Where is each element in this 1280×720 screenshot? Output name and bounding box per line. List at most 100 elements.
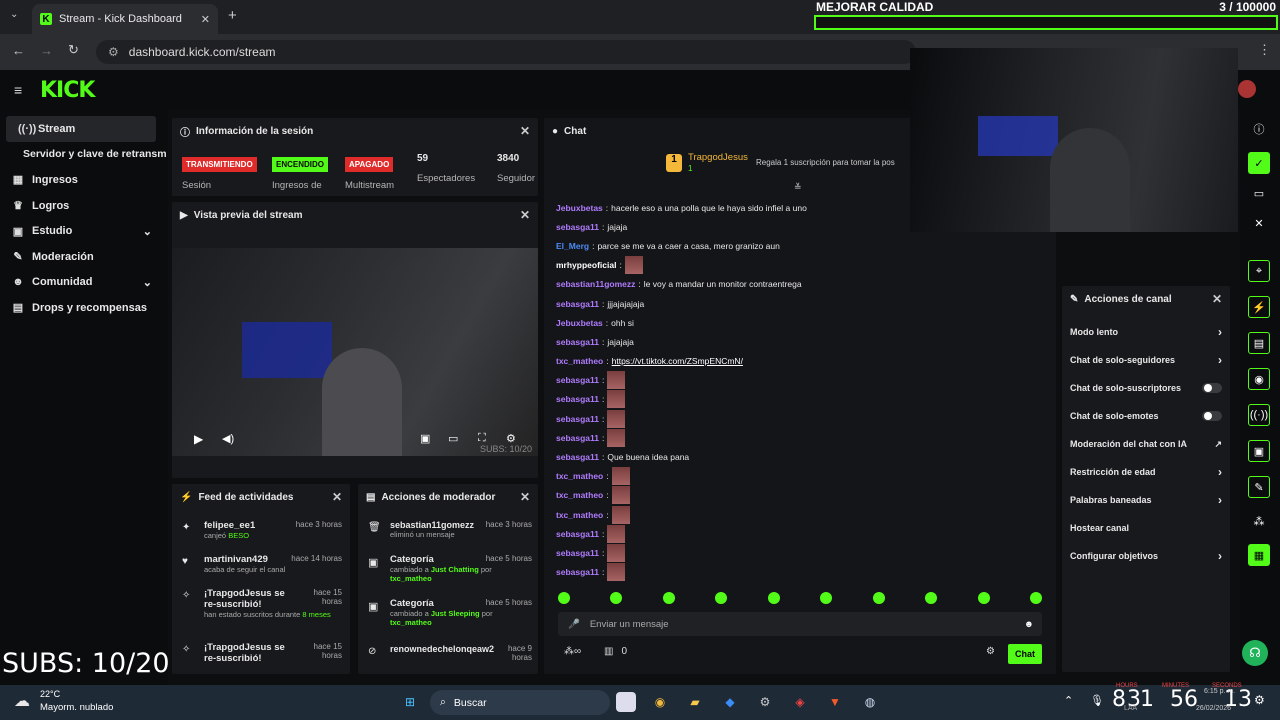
chat-username[interactable]: sebasga11 <box>556 529 599 539</box>
pin-icon[interactable]: ≚ <box>794 182 802 193</box>
channel-action-item[interactable]: Modo lento › <box>1062 318 1230 346</box>
emote-icon[interactable] <box>925 592 938 604</box>
sidebar-item-logros[interactable]: ♛ Logros <box>0 193 168 219</box>
new-tab-icon[interactable]: + <box>228 7 237 24</box>
chat-username[interactable]: sebasga11 <box>556 299 599 309</box>
channel-action-item[interactable]: Palabras baneadas › <box>1062 486 1230 514</box>
chat-username[interactable]: txc_matheo <box>556 490 603 500</box>
kick-logo[interactable]: KICK <box>40 78 95 103</box>
chat-message-text[interactable]: https://vt.tiktok.com/ZSmpENCmN/ <box>612 356 743 366</box>
volume-icon[interactable]: ◀) <box>222 432 234 445</box>
chat-settings-icon[interactable]: ⚙ <box>986 646 995 657</box>
layout-icon[interactable]: ▭ <box>1248 182 1270 204</box>
pinned-gift[interactable]: 1 TrapgodJesus 1 Regala 1 suscripción pa… <box>666 152 906 178</box>
chat-username[interactable]: Jebuxbetas <box>556 318 603 328</box>
chat-username[interactable]: sebasga11 <box>556 548 599 558</box>
forward-icon[interactable]: → <box>40 43 53 58</box>
close-icon[interactable]: ✕ <box>332 490 342 504</box>
chat-username[interactable]: sebasga11 <box>556 394 599 404</box>
sidebar-item-estudio[interactable]: ▣ Estudio ⌄ <box>0 218 168 244</box>
toggle-switch[interactable] <box>1202 411 1222 421</box>
broadcast-icon[interactable]: ((·)) <box>1248 404 1270 426</box>
wrench-icon[interactable]: ✎ <box>1248 476 1270 498</box>
close-icon[interactable]: ✕ <box>520 490 530 504</box>
tab-list-chevron-icon[interactable]: ⌄ <box>10 9 18 20</box>
chat-username[interactable]: sebasga11 <box>556 222 599 232</box>
avatar[interactable] <box>1238 80 1256 98</box>
chrome-icon[interactable]: ◉ <box>650 692 670 712</box>
chat-username[interactable]: txc_matheo <box>556 510 603 520</box>
check-icon[interactable]: ✓ <box>1248 152 1270 174</box>
system-time[interactable]: 6:15 p. m. <box>1204 688 1235 695</box>
target-icon[interactable]: ⌖ <box>1248 260 1270 282</box>
close-icon[interactable]: ✕ <box>520 124 530 138</box>
close-icon[interactable]: ✕ <box>520 208 530 222</box>
channel-action-item[interactable]: Chat de solo-seguidores › <box>1062 346 1230 374</box>
clipboard-icon[interactable]: ▤ <box>1248 332 1270 354</box>
chat-username[interactable]: txc_matheo <box>556 356 603 366</box>
channel-action-item[interactable]: Moderación del chat con IA ↗ <box>1062 430 1230 458</box>
system-date[interactable]: 26/02/2026 <box>1196 705 1231 712</box>
address-bar[interactable]: ⚙ dashboard.kick.com/stream <box>96 40 916 64</box>
language-indicator[interactable]: LAA <box>1124 705 1137 712</box>
emoji-icon[interactable]: ☻ <box>1024 619 1034 630</box>
emote-icon[interactable] <box>610 592 623 604</box>
chat-username[interactable]: sebasga11 <box>556 433 599 443</box>
close-tab-icon[interactable]: ✕ <box>201 13 210 26</box>
close-icon[interactable]: ✕ <box>1248 212 1270 234</box>
task-view-icon[interactable] <box>616 692 636 712</box>
app-icon[interactable]: ◈ <box>790 692 810 712</box>
points-icon[interactable]: ⁂∞ <box>564 646 581 657</box>
chat-username[interactable]: sebastian11gomezz <box>556 279 635 289</box>
channel-action-item[interactable]: Restricción de edad › <box>1062 458 1230 486</box>
sidebar-item-moderacion[interactable]: ✎ Moderación <box>0 244 168 270</box>
message-icon[interactable]: ◉ <box>1248 368 1270 390</box>
taskbar-search[interactable]: ⌕ Buscar <box>430 690 610 715</box>
bolt-icon[interactable]: ⚡ <box>1248 296 1270 318</box>
close-icon[interactable]: ✕ <box>1212 292 1222 306</box>
chat-username[interactable]: sebasga11 <box>556 414 599 424</box>
toggle-switch[interactable] <box>1202 383 1222 393</box>
reload-icon[interactable]: ↻ <box>68 42 79 58</box>
settings-icon[interactable]: ⚙ <box>755 692 775 712</box>
weather-icon[interactable]: ☁ <box>14 691 30 711</box>
site-info-icon[interactable]: ⚙ <box>108 45 119 59</box>
channel-action-item[interactable]: Chat de solo-suscriptores <box>1062 374 1230 402</box>
mic-icon[interactable]: 🎙 <box>1090 694 1104 707</box>
notification-icon[interactable]: ⚙ <box>1254 693 1265 707</box>
browser-menu-icon[interactable]: ⋮ <box>1258 42 1271 58</box>
chat-username[interactable]: sebasga11 <box>556 337 599 347</box>
emote-icon[interactable] <box>977 592 990 604</box>
chat-input[interactable]: 🎤 Enviar un mensaje ☻ <box>558 612 1042 636</box>
emote-icon[interactable] <box>767 592 780 604</box>
chat-send-button[interactable]: Chat <box>1008 644 1042 664</box>
hamburger-menu-icon[interactable]: ≡ <box>14 82 22 98</box>
channel-action-item[interactable]: Chat de solo-emotes <box>1062 402 1230 430</box>
chat-username[interactable]: Jebuxbetas <box>556 203 603 213</box>
info-icon[interactable]: ⓘ <box>1248 118 1270 140</box>
theater-icon[interactable]: ▭ <box>448 432 458 445</box>
sidebar-item-comunidad[interactable]: ☻ Comunidad ⌄ <box>0 270 168 296</box>
emote-icon[interactable] <box>558 592 570 604</box>
play-icon[interactable]: ▶ <box>194 432 203 446</box>
emote-icon[interactable] <box>662 592 675 604</box>
emote-icon[interactable] <box>715 592 728 604</box>
pip-icon[interactable]: ▣ <box>420 432 430 445</box>
emote-icon[interactable] <box>872 592 885 604</box>
chat-username[interactable]: txc_matheo <box>556 471 603 481</box>
emote-icon[interactable] <box>1029 592 1042 604</box>
sidebar-item-ingresos[interactable]: ▦ Ingresos <box>0 167 168 193</box>
chat-username[interactable]: El_Merg <box>556 241 589 251</box>
people-icon[interactable]: ⁂ <box>1248 510 1270 532</box>
terminal-icon[interactable]: ▣ <box>1248 440 1270 462</box>
tray-chevron-icon[interactable]: ⌃ <box>1064 694 1073 707</box>
chat-username[interactable]: mrhyppeoficial <box>556 260 616 270</box>
channel-action-item[interactable]: Hostear canal <box>1062 514 1230 542</box>
channel-action-item[interactable]: Configurar objetivos › <box>1062 542 1230 570</box>
browser-tab[interactable]: K Stream - Kick Dashboard ✕ <box>32 4 218 34</box>
steam-icon[interactable]: ◍ <box>860 692 880 712</box>
chat-username[interactable]: sebasga11 <box>556 567 599 577</box>
back-icon[interactable]: ← <box>12 43 25 58</box>
sidebar-item-stream[interactable]: ((·)) Stream <box>6 116 156 142</box>
folder-icon[interactable]: ▰ <box>685 692 705 712</box>
